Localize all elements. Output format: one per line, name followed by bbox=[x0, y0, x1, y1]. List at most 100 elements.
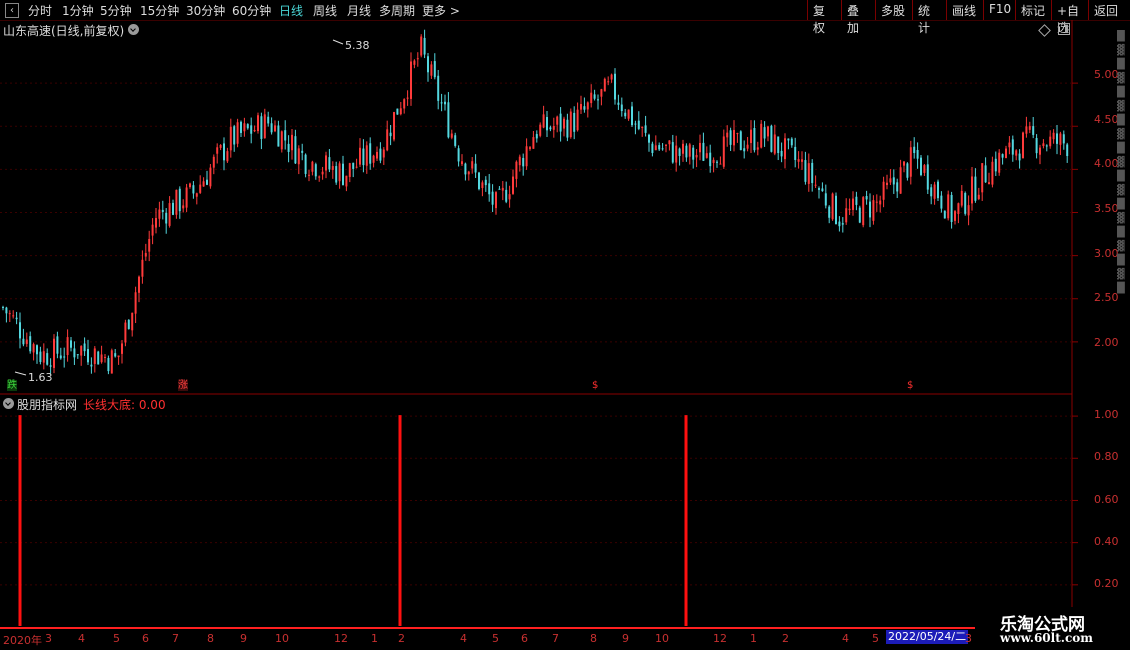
candle-body bbox=[529, 147, 531, 149]
candle-body bbox=[90, 364, 93, 367]
x-tick-label: 2 bbox=[398, 632, 405, 645]
toolbar-button-0[interactable]: 复权 bbox=[807, 0, 841, 35]
candle-body bbox=[1035, 137, 1038, 154]
period-tab-0[interactable]: 分时 bbox=[28, 2, 52, 19]
candle-body bbox=[114, 353, 117, 357]
candle-body bbox=[416, 58, 419, 60]
candle-body bbox=[189, 183, 191, 188]
candle-body bbox=[338, 163, 341, 182]
candle-body bbox=[569, 111, 572, 138]
candle-body bbox=[644, 125, 647, 133]
candle-body bbox=[648, 134, 650, 143]
candle-body bbox=[386, 129, 389, 151]
candle-body bbox=[141, 259, 144, 277]
candle-body bbox=[828, 206, 831, 218]
candle-body bbox=[739, 131, 742, 151]
title-dropdown-icon[interactable] bbox=[128, 24, 139, 35]
candle-body bbox=[144, 253, 147, 257]
candle-body bbox=[709, 152, 712, 167]
candle-body bbox=[746, 144, 749, 149]
candle-body bbox=[777, 136, 780, 154]
candle-body bbox=[328, 157, 331, 170]
toolbar-button-2[interactable]: 多股 bbox=[875, 0, 912, 20]
candle-body bbox=[32, 344, 35, 353]
candle-body bbox=[858, 207, 861, 223]
candle-body bbox=[886, 182, 888, 186]
candle-body bbox=[178, 188, 181, 212]
candle-body bbox=[36, 345, 38, 355]
back-arrow-icon[interactable]: ‹ bbox=[5, 3, 19, 18]
period-tab-2[interactable]: 5分钟 bbox=[100, 2, 132, 19]
candle-body bbox=[515, 161, 518, 179]
indicator-dropdown-icon[interactable] bbox=[3, 398, 14, 409]
period-tab-1[interactable]: 1分钟 bbox=[62, 2, 94, 19]
diamond-icon[interactable] bbox=[1038, 24, 1051, 37]
candle-body bbox=[93, 348, 96, 364]
candle-body bbox=[382, 149, 385, 158]
period-tab-3[interactable]: 15分钟 bbox=[140, 2, 179, 19]
x-tick-label: 6 bbox=[521, 632, 528, 645]
candle-body bbox=[325, 155, 327, 171]
candle-body bbox=[396, 108, 399, 115]
candle-body bbox=[461, 161, 463, 165]
candle-body bbox=[359, 147, 361, 165]
candle-body bbox=[100, 354, 103, 363]
stock-title: 山东高速(日线,前复权) bbox=[3, 24, 125, 38]
candle-body bbox=[192, 185, 195, 194]
candle-body bbox=[726, 132, 729, 138]
period-tab-4[interactable]: 30分钟 bbox=[186, 2, 225, 19]
candle-body bbox=[1052, 132, 1055, 140]
candle-body bbox=[345, 175, 348, 187]
candle-body bbox=[495, 192, 497, 209]
period-tab-9[interactable]: 多周期 bbox=[379, 2, 415, 19]
candle-body bbox=[811, 162, 814, 184]
candle-body bbox=[127, 319, 130, 329]
panel-toggle-icon[interactable] bbox=[1058, 23, 1070, 35]
x-tick-label: 4 bbox=[78, 632, 85, 645]
x-tick-label: 10 bbox=[655, 632, 669, 645]
candle-body bbox=[131, 312, 134, 331]
candle-body bbox=[168, 203, 171, 226]
candle-body bbox=[872, 200, 875, 221]
candle-body bbox=[165, 212, 168, 224]
candle-body bbox=[233, 126, 236, 145]
candle-body bbox=[365, 145, 368, 166]
toolbar-button-7[interactable]: +自选 bbox=[1051, 0, 1088, 35]
candle-body bbox=[603, 78, 606, 92]
candle-body bbox=[994, 158, 997, 172]
period-tab-8[interactable]: 月线 bbox=[347, 2, 371, 19]
candle-body bbox=[903, 161, 905, 166]
toolbar-button-6[interactable]: 标记 bbox=[1015, 0, 1051, 20]
fall-marker: 跌 bbox=[7, 380, 17, 391]
candle-body bbox=[583, 106, 586, 110]
candle-body bbox=[882, 181, 885, 200]
toolbar-button-1[interactable]: 叠加 bbox=[841, 0, 875, 35]
candle-body bbox=[2, 306, 4, 308]
x-tick-label: 5 bbox=[492, 632, 499, 645]
candle-body bbox=[430, 64, 433, 76]
candle-body bbox=[807, 163, 810, 184]
candle-body bbox=[892, 177, 895, 185]
toolbar-button-3[interactable]: 统计 bbox=[912, 0, 946, 35]
period-tab-10[interactable]: 更多 > bbox=[422, 2, 460, 19]
candle-body bbox=[389, 132, 392, 137]
candle-body bbox=[641, 126, 644, 128]
x-tick-label: 8 bbox=[207, 632, 214, 645]
toolbar-button-4[interactable]: 画线 bbox=[946, 0, 983, 20]
candle-body bbox=[372, 155, 375, 163]
period-tab-6[interactable]: 日线 bbox=[279, 2, 303, 19]
period-tab-7[interactable]: 周线 bbox=[313, 2, 337, 19]
candle-body bbox=[712, 159, 715, 163]
candle-body bbox=[801, 159, 803, 162]
indicator-title: 股朋指标网 bbox=[17, 398, 78, 412]
candle-body bbox=[121, 343, 123, 354]
candle-body bbox=[974, 176, 977, 201]
candle-body bbox=[348, 163, 351, 177]
toolbar-button-8[interactable]: 返回 bbox=[1088, 0, 1128, 20]
candle-body bbox=[794, 146, 797, 160]
x-tick-label: 3 bbox=[45, 632, 52, 645]
toolbar-button-5[interactable]: F10 bbox=[983, 0, 1015, 20]
candle-body bbox=[63, 356, 66, 358]
candle-body bbox=[66, 337, 69, 356]
period-tab-5[interactable]: 60分钟 bbox=[232, 2, 271, 19]
